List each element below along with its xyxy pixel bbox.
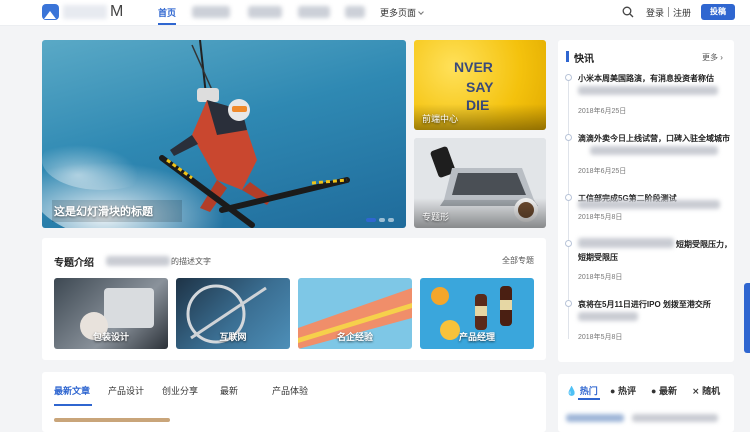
flash-item-date: 2018年6月25日 [578,108,627,115]
flash-item-text[interactable]: 哀将在5月11日进行IPO 划拨至港交所 [578,299,711,310]
tab-product-experience[interactable]: 产品体验 [272,384,308,397]
tab-label: 热门 [579,386,598,396]
flash-item-text-redacted [578,312,638,321]
nav-item-redacted[interactable] [248,6,282,18]
register-link[interactable]: 注册 [673,6,691,19]
flash-item-text-redacted [578,200,720,209]
login-link[interactable]: 登录 [646,6,664,19]
topic-card[interactable]: 包装设计 [54,278,168,349]
nav-active-indicator [158,23,176,25]
topic-card-label: 互联网 [219,332,247,342]
topic-card-label: 产品经理 [458,332,495,342]
timeline-dot [565,134,572,141]
flash-item-text-redacted [578,86,718,95]
floating-side-tab[interactable] [744,283,750,353]
search-icon[interactable] [622,6,634,18]
hero-title[interactable]: 这是幻灯滑块的标题 [54,203,153,219]
timeline-dot [565,74,572,81]
slider-dot[interactable] [388,218,394,222]
nav-item-redacted[interactable] [345,6,365,18]
flash-item-date: 2018年5月8日 [578,214,623,221]
nav-item-redacted[interactable] [298,6,330,18]
flash-item-date: 2018年5月8日 [578,334,623,341]
tab-active-indicator [578,398,600,400]
nav-item-more-pages[interactable]: 更多页面 [380,6,424,19]
slider-dots [366,209,397,227]
top-navbar: M 首页 更多页面 登录 注册 投稿 [0,0,750,26]
nav-item-redacted[interactable] [192,6,230,18]
shuffle-icon: ⨯ [692,386,700,396]
flash-item-text[interactable]: 滴滴外卖今日上线试营，口碑入驻全域城市 [578,133,730,144]
tab-product-design[interactable]: 产品设计 [108,384,144,397]
tab-latest-articles[interactable]: 最新文章 [54,384,90,397]
art-text: SAY [466,79,494,95]
flash-item-date: 2018年6月25日 [578,168,627,175]
tab-startup[interactable]: 创业分享 [162,384,198,397]
section-accent-bar [566,51,569,62]
topics-desc-redacted [106,256,170,266]
flash-more-link[interactable]: 更多 › [702,52,723,63]
timeline-dot [565,300,572,307]
topics-title: 专题介绍 [54,258,94,269]
post-button[interactable]: 投稿 [701,4,735,20]
clock-icon: ● [651,386,657,396]
topic-card[interactable]: 产品经理 [420,278,534,349]
nav-item-home[interactable]: 首页 [158,6,176,19]
tab-random[interactable]: ⨯ 随机 [692,384,720,397]
chat-icon: ● [610,386,616,396]
tab-label: 随机 [702,386,721,396]
topics-desc: 的描述文字 [171,257,211,266]
tab-hot-comments[interactable]: ● 热评 [610,384,636,397]
timeline-dot [565,194,572,201]
nav-more-label: 更多页面 [380,8,417,18]
flash-item-text[interactable]: 短期受限压 [578,252,618,263]
logo-text-redacted [63,5,107,19]
flash-item-text[interactable]: 短期受限压力， [676,239,732,250]
divider [668,7,669,17]
tab-label: 热评 [617,386,636,396]
hot-panel [558,374,734,432]
tab-newest[interactable]: ● 最新 [651,384,677,397]
tab-latest[interactable]: 最新 [220,384,238,397]
hero-slider[interactable]: 这是幻灯滑块的标题 [42,40,406,228]
logo-icon[interactable] [42,4,59,20]
topic-card-label: 名企经验 [336,332,373,342]
featured-card-never-say-die[interactable]: NVER SAY DIE 前端中心 [414,40,546,130]
card-label: 前端中心 [422,114,459,124]
slider-dot[interactable] [366,218,376,222]
art-text: NVER [454,59,493,75]
hot-item-redacted [632,414,718,422]
chevron-down-icon [418,9,424,15]
flash-item-text-redacted [590,146,718,155]
logo-suffix: M [110,3,124,20]
all-topics-link[interactable]: 全部专题 [502,255,534,266]
topic-card[interactable]: 名企经验 [298,278,412,349]
featured-card-laptop[interactable]: 专题形 [414,138,546,228]
more-label: 更多 [702,53,718,62]
hot-thumb [566,414,624,422]
card-label: 专题形 [422,212,450,222]
hero-skier-image [42,40,350,228]
flash-item-text-redacted [578,238,674,248]
articles-panel [42,372,546,432]
tab-label: 最新 [658,386,677,396]
flash-item-text[interactable]: 小米本周美国路演，有消息投资者称估 [578,73,714,84]
flash-title: 快讯 [574,54,594,65]
timeline-dot [565,240,572,247]
tab-hot[interactable]: 💧 热门 [566,384,598,397]
article-thumb-edge [54,418,170,422]
slider-dot[interactable] [379,218,385,222]
tab-active-indicator [54,404,92,406]
flame-icon: 💧 [566,386,578,396]
topic-card[interactable]: 互联网 [176,278,290,349]
topic-card-label: 包装设计 [92,332,129,342]
flash-item-date: 2018年5月8日 [578,274,623,281]
